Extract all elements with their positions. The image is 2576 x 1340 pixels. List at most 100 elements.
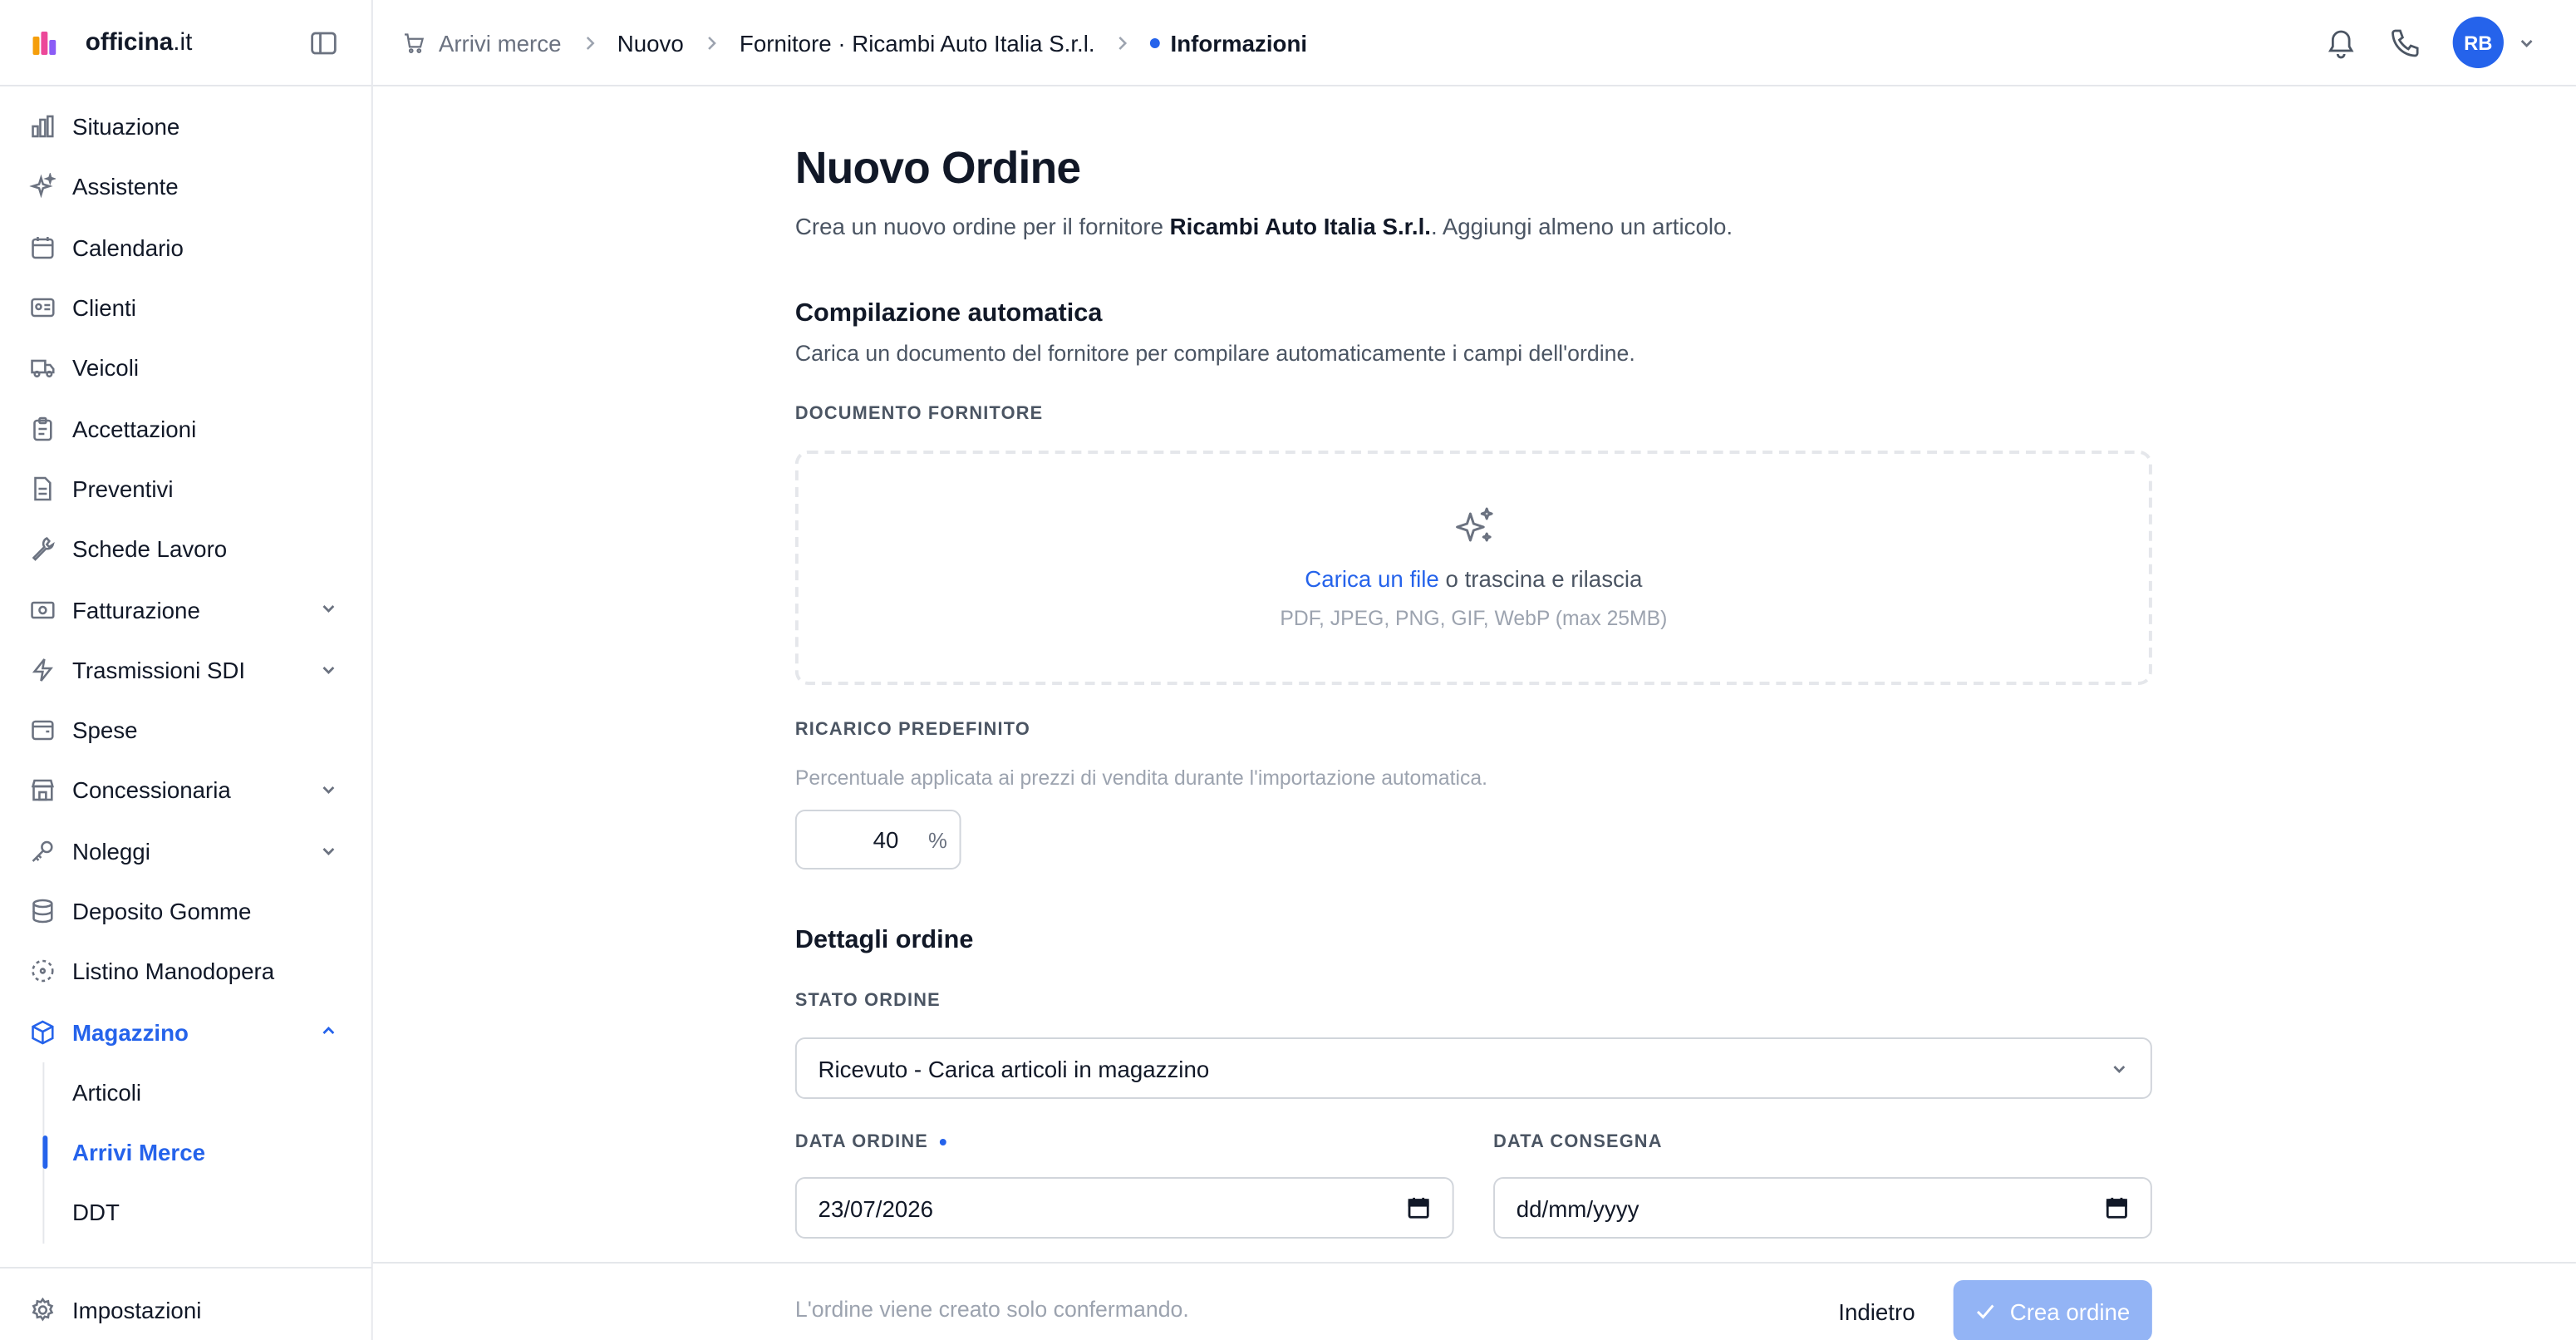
dropzone-text: Carica un file o trascina e rilascia — [1305, 565, 1643, 592]
document-label: DOCUMENTO FORNITORE — [794, 404, 1044, 424]
user-avatar[interactable]: RB — [2452, 17, 2504, 68]
sidebar-item-veicoli[interactable]: Veicoli — [0, 337, 371, 398]
check-icon — [1977, 1304, 1995, 1319]
document-dropzone[interactable]: Carica un file o trascina e rilascia PDF… — [794, 451, 2152, 685]
sidebar-item-calendario[interactable]: Calendario — [0, 217, 371, 278]
form-footer: L'ordine viene creato solo confermando. … — [372, 1262, 2576, 1340]
sidebar-nav: Situazione Assistente Calendario Clienti… — [0, 86, 371, 1244]
chevron-down-icon — [322, 605, 335, 613]
sidebar-item-trasmissioni-sdi[interactable]: Trasmissioni SDI — [0, 639, 371, 700]
delivery-date-input[interactable]: dd/mm/yyyy — [1493, 1177, 2152, 1239]
wallet-icon — [32, 720, 54, 741]
page-subtitle: Crea un nuovo ordine per il fornitore Ri… — [794, 213, 1733, 239]
markup-input[interactable] — [796, 826, 912, 853]
breadcrumb-arrivi-merce[interactable]: Arrivi merce — [439, 29, 562, 56]
sidebar-item-clienti[interactable]: Clienti — [0, 278, 371, 338]
gear-icon — [32, 1297, 54, 1322]
section-title-autofill: Compilazione automatica — [794, 299, 1103, 328]
order-status-select[interactable]: Ricevuto - Carica articoli in magazzino — [794, 1037, 2152, 1099]
id-card-icon — [31, 298, 55, 318]
brand-name: officina.it — [85, 28, 193, 57]
sidebar-item-spese[interactable]: Spese — [0, 700, 371, 761]
sidebar-item-schede-lavoro[interactable]: Schede Lavoro — [0, 519, 371, 579]
footer-note: L'ordine viene creato solo confermando. — [794, 1297, 1189, 1322]
box-icon — [32, 1019, 54, 1044]
sidebar-item-impostazioni[interactable]: Impostazioni — [0, 1269, 371, 1340]
order-date-label: DATA ORDINE — [795, 1132, 946, 1152]
shopping-cart-icon — [404, 32, 425, 52]
chevron-down-icon — [2113, 1066, 2126, 1073]
upload-file-link[interactable]: Carica un file — [1305, 565, 1439, 592]
sparkles-icon — [1456, 507, 1493, 542]
topbar: Arrivi merce Nuovo Fornitore · Ricambi A… — [372, 0, 2576, 86]
breadcrumb: Arrivi merce Nuovo Fornitore · Ricambi A… — [402, 29, 1307, 56]
markup-hint: Percentuale applicata ai prezzi di vendi… — [794, 766, 1487, 790]
markup-field: % — [794, 810, 961, 870]
sidebar: officina.it Situazione Assistente Calend… — [0, 0, 373, 1340]
calendar-icon — [32, 236, 54, 259]
order-status-value: Ricevuto - Carica articoli in magazzino — [818, 1055, 1210, 1081]
order-date-input[interactable]: 23/07/2026 — [794, 1177, 1454, 1239]
sidebar-item-fatturazione[interactable]: Fatturazione — [0, 579, 371, 640]
required-dot — [939, 1139, 946, 1145]
database-icon — [32, 899, 53, 924]
file-icon — [34, 476, 52, 501]
topbar-actions: RB — [2324, 17, 2536, 68]
sidebar-item-deposito-gomme[interactable]: Deposito Gomme — [0, 881, 371, 942]
sparkles-icon — [29, 173, 57, 200]
dashed-circle-icon — [32, 960, 54, 983]
sidebar-subitem-articoli[interactable]: Articoli — [42, 1062, 371, 1123]
magazzino-subnav: Articoli Arrivi Merce DDT — [42, 1062, 371, 1244]
chevron-right-icon — [1119, 36, 1128, 49]
sidebar-item-magazzino[interactable]: Magazzino — [0, 1002, 371, 1062]
sidebar-item-accettazioni[interactable]: Accettazioni — [0, 398, 371, 459]
delivery-date-label: DATA CONSEGNA — [1493, 1132, 1663, 1152]
status-label: STATO ORDINE — [794, 991, 941, 1011]
banknote-icon — [31, 600, 55, 618]
breadcrumb-fornitore[interactable]: Fornitore · Ricambi Auto Italia S.r.l. — [740, 29, 1095, 56]
dropzone-formats: PDF, JPEG, PNG, GIF, WebP (max 25MB) — [1280, 607, 1668, 630]
chevron-down-icon — [322, 666, 335, 674]
chevron-down-icon — [322, 847, 335, 855]
store-icon — [31, 780, 54, 802]
phone-icon[interactable] — [2389, 26, 2422, 59]
clipboard-icon — [33, 416, 52, 441]
sidebar-item-noleggi[interactable]: Noleggi — [0, 820, 371, 881]
bar-chart-icon — [32, 115, 54, 138]
sidebar-item-concessionaria[interactable]: Concessionaria — [0, 761, 371, 821]
page-title: Nuovo Ordine — [794, 143, 1081, 193]
truck-icon — [31, 360, 55, 378]
chevron-up-icon — [322, 1027, 335, 1035]
current-step-dot — [1150, 37, 1161, 47]
sidebar-subitem-arrivi-merce[interactable]: Arrivi Merce — [42, 1122, 371, 1183]
markup-label: RICARICO PREDEFINITO — [794, 720, 1030, 740]
brand: officina.it — [0, 0, 371, 86]
breadcrumb-current: Informazioni — [1170, 29, 1308, 56]
sidebar-item-listino-manodopera[interactable]: Listino Manodopera — [0, 941, 371, 1002]
breadcrumb-nuovo[interactable]: Nuovo — [617, 29, 684, 56]
chevron-down-icon — [322, 786, 335, 795]
sidebar-item-assistente[interactable]: Assistente — [0, 157, 371, 218]
bell-icon[interactable] — [2324, 26, 2357, 59]
percent-unit: % — [928, 827, 947, 852]
sidebar-item-situazione[interactable]: Situazione — [0, 96, 371, 157]
chevron-right-icon — [586, 36, 594, 49]
back-button[interactable]: Indietro — [1819, 1280, 1935, 1340]
main-content: Nuovo Ordine Crea un nuovo ordine per il… — [373, 86, 2576, 1262]
calendar-icon[interactable] — [2105, 1195, 2130, 1220]
sidebar-footer: Impostazioni — [0, 1267, 371, 1340]
sidebar-item-preventivi[interactable]: Preventivi — [0, 459, 371, 520]
section-desc-autofill: Carica un documento del fornitore per co… — [794, 341, 1635, 366]
calendar-icon[interactable] — [1406, 1195, 1431, 1220]
sidebar-toggle-icon[interactable] — [309, 28, 339, 58]
officina-logo-icon — [32, 31, 57, 54]
create-order-button[interactable]: Crea ordine — [1953, 1280, 2152, 1340]
chevron-right-icon — [708, 36, 717, 49]
section-title-details: Dettagli ordine — [794, 926, 974, 954]
chevron-down-icon[interactable] — [2517, 32, 2537, 52]
sidebar-subitem-ddt[interactable]: DDT — [42, 1183, 371, 1244]
key-icon — [32, 840, 53, 862]
supplier-name: Ricambi Auto Italia S.r.l. — [1169, 213, 1431, 239]
bolt-icon — [32, 658, 53, 682]
wrench-icon — [32, 537, 55, 562]
